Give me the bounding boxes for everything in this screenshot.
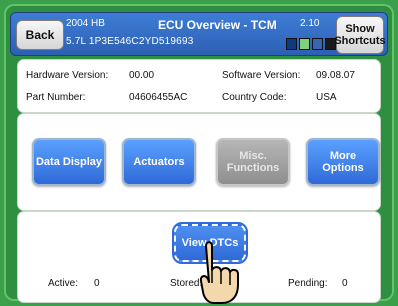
actions-panel: Data Display Actuators Misc. Functions M… [18, 114, 380, 210]
country-code-label: Country Code: [222, 92, 287, 103]
misc-functions-button: Misc. Functions [216, 138, 290, 186]
software-version-badge: 2.10 [300, 18, 320, 29]
show-shortcuts-button[interactable]: Show Shortcuts [334, 16, 386, 54]
page-title: ECU Overview - TCM [158, 18, 277, 32]
back-button[interactable]: Back [16, 20, 64, 50]
more-options-button[interactable]: More Options [306, 138, 380, 186]
active-dtcs-label: Active: [48, 278, 79, 289]
status-icon-a [286, 38, 297, 50]
software-version-value: 09.08.07 [316, 70, 355, 81]
software-version-label: Software Version: [222, 70, 301, 81]
status-icon-c [312, 38, 323, 50]
vehicle-model: 2004 HB [66, 18, 105, 29]
pending-dtcs-label: Pending: [288, 278, 328, 289]
hardware-version-label: Hardware Version: [26, 70, 109, 81]
hardware-version-value: 00.00 [129, 70, 155, 81]
ecu-info-panel: Hardware Version: 00.00 Software Version… [18, 60, 380, 112]
top-bar: Back 2004 HB 5.7L 1P3E546C2YD519693 ECU … [10, 12, 388, 56]
data-display-button[interactable]: Data Display [32, 138, 106, 186]
part-number-label: Part Number: [26, 92, 86, 103]
engine-and-vin: 5.7L 1P3E546C2YD519693 [66, 36, 194, 47]
actuators-button[interactable]: Actuators [122, 138, 196, 186]
part-number-value: 04606455AC [129, 92, 188, 103]
status-icon-b [299, 38, 310, 50]
country-code-value: USA [316, 92, 337, 103]
pointing-hand-icon [199, 241, 239, 304]
status-icons [286, 38, 336, 50]
pending-dtcs-value: 0 [342, 278, 348, 289]
active-dtcs-value: 0 [94, 278, 100, 289]
